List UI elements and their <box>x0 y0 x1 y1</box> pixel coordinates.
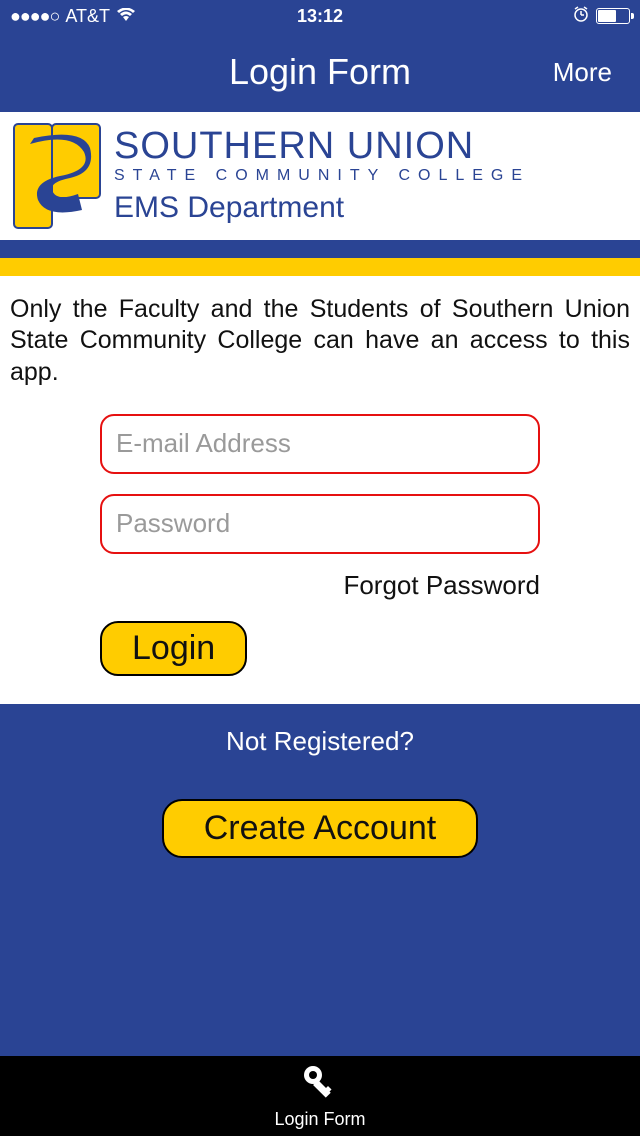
nav-header: Login Form More <box>0 32 640 112</box>
tab-label[interactable]: Login Form <box>274 1109 365 1130</box>
divider-stripe-blue <box>0 240 640 258</box>
logo-text: SOUTHERN UNION STATE COMMUNITY COLLEGE E… <box>114 127 628 225</box>
tab-bar: Login Form <box>0 1056 640 1136</box>
more-button[interactable]: More <box>553 57 612 88</box>
not-registered-label: Not Registered? <box>226 726 414 757</box>
status-left: ●●●●○ AT&T <box>10 6 136 27</box>
divider-stripe-yellow <box>0 258 640 276</box>
alarm-icon <box>572 5 590 28</box>
main-content: Only the Faculty and the Students of Sou… <box>0 276 640 704</box>
wifi-icon <box>116 6 136 27</box>
access-description: Only the Faculty and the Students of Sou… <box>10 294 630 388</box>
logo-header: SOUTHERN UNION STATE COMMUNITY COLLEGE E… <box>0 112 640 240</box>
status-time: 13:12 <box>297 6 343 27</box>
key-icon[interactable] <box>300 1062 340 1107</box>
college-logo-icon <box>12 120 102 232</box>
carrier-label: AT&T <box>65 6 110 27</box>
status-right <box>572 5 630 28</box>
login-form: Forgot Password Login <box>10 414 630 676</box>
login-button[interactable]: Login <box>100 621 247 676</box>
forgot-password-link[interactable]: Forgot Password <box>100 570 540 601</box>
password-input[interactable] <box>100 494 540 554</box>
register-section: Not Registered? Create Account <box>0 704 640 1056</box>
college-subtitle: STATE COMMUNITY COLLEGE <box>114 167 628 185</box>
status-bar: ●●●●○ AT&T 13:12 <box>0 0 640 32</box>
create-account-button[interactable]: Create Account <box>162 799 478 858</box>
department-name: EMS Department <box>114 191 628 225</box>
college-name: SOUTHERN UNION <box>114 127 628 165</box>
signal-dots-icon: ●●●●○ <box>10 6 59 27</box>
battery-icon <box>596 8 630 24</box>
page-title: Login Form <box>229 51 411 93</box>
email-input[interactable] <box>100 414 540 474</box>
